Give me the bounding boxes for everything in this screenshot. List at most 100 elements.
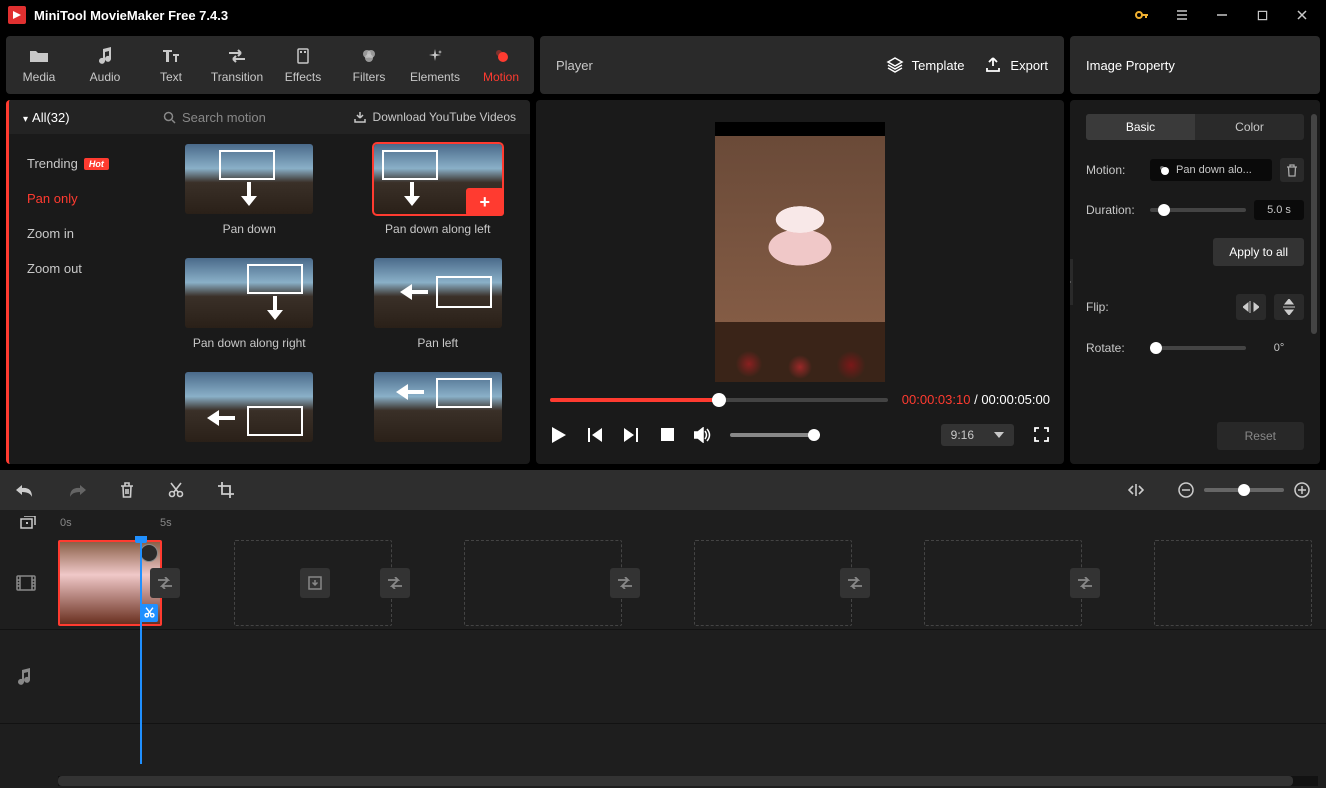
tab-color[interactable]: Color (1195, 114, 1304, 140)
current-time: 00:00:03:10 (902, 392, 971, 407)
text-tab[interactable]: Text (138, 36, 204, 94)
empty-slot[interactable] (234, 540, 392, 626)
motion-value[interactable]: Pan down alo... (1150, 159, 1272, 181)
property-header: Image Property (1070, 36, 1320, 94)
all-category[interactable]: ▾All(32) (9, 110, 153, 125)
zoom-out-button[interactable] (1178, 482, 1194, 498)
fullscreen-button[interactable] (1032, 426, 1050, 444)
tool-label: Transition (211, 70, 263, 84)
seek-handle[interactable] (712, 393, 726, 407)
clip-split-badge[interactable] (140, 604, 158, 622)
menu-icon[interactable] (1162, 0, 1202, 30)
sparkle-icon (425, 46, 445, 66)
motion-tab[interactable]: Motion (468, 36, 534, 94)
download-icon (353, 111, 367, 123)
duration-slider[interactable] (1150, 208, 1246, 212)
transition-slot[interactable] (610, 568, 640, 598)
delete-motion-button[interactable] (1280, 158, 1304, 182)
redo-button[interactable] (68, 483, 86, 497)
volume-slider[interactable] (730, 433, 820, 437)
empty-slot[interactable] (464, 540, 622, 626)
motion-browser: ▾All(32) Search motion Download YouTube … (6, 100, 530, 464)
upgrade-key-icon[interactable] (1122, 0, 1162, 30)
media-tab[interactable]: Media (6, 36, 72, 94)
close-button[interactable] (1282, 0, 1322, 30)
effects-icon (293, 46, 313, 66)
undo-button[interactable] (16, 483, 34, 497)
empty-slot[interactable] (924, 540, 1082, 626)
stop-button[interactable] (658, 426, 676, 444)
filters-icon (359, 46, 379, 66)
elements-tab[interactable]: Elements (402, 36, 468, 94)
filters-tab[interactable]: Filters (336, 36, 402, 94)
motion-item[interactable] (175, 372, 324, 454)
crop-button[interactable] (218, 482, 234, 498)
text-icon (161, 46, 181, 66)
property-scrollbar[interactable] (1311, 114, 1317, 334)
player-header: Player Template Export (540, 36, 1064, 94)
zoom-in-button[interactable] (1294, 482, 1310, 498)
play-button[interactable] (550, 426, 568, 444)
app-title: MiniTool MovieMaker Free 7.4.3 (34, 8, 228, 23)
tab-basic[interactable]: Basic (1086, 114, 1195, 140)
volume-handle[interactable] (808, 429, 820, 441)
effects-tab[interactable]: Effects (270, 36, 336, 94)
motion-item[interactable]: + Pan down along left (364, 144, 513, 240)
apply-to-all-button[interactable]: Apply to all (1213, 238, 1304, 266)
empty-slot[interactable] (694, 540, 852, 626)
video-track-icon (16, 575, 52, 591)
sidebar-item-zoom-in[interactable]: Zoom in (9, 216, 157, 251)
flip-vertical-button[interactable] (1274, 294, 1304, 320)
duration-value[interactable]: 5.0 s (1254, 200, 1304, 220)
rotate-slider[interactable] (1150, 346, 1246, 350)
slider-handle[interactable] (1150, 342, 1162, 354)
transition-slot[interactable] (150, 568, 180, 598)
transition-slot[interactable] (1070, 568, 1100, 598)
maximize-button[interactable] (1242, 0, 1282, 30)
motion-item[interactable]: Pan down along right (175, 258, 324, 354)
template-label: Template (912, 58, 965, 73)
reset-button[interactable]: Reset (1217, 422, 1304, 450)
delete-button[interactable] (120, 482, 134, 498)
prev-button[interactable] (586, 426, 604, 444)
template-button[interactable]: Template (886, 56, 965, 74)
timeline-clip[interactable] (58, 540, 162, 626)
download-youtube-button[interactable]: Download YouTube Videos (339, 110, 530, 124)
flip-horizontal-button[interactable] (1236, 294, 1266, 320)
motion-item[interactable] (364, 372, 513, 454)
zoom-slider[interactable] (1204, 488, 1284, 492)
total-time: 00:00:05:00 (981, 392, 1050, 407)
fit-zoom-button[interactable] (1128, 483, 1144, 497)
transition-tab[interactable]: Transition (204, 36, 270, 94)
layers-icon (886, 56, 904, 74)
transition-slot[interactable] (380, 568, 410, 598)
motion-item[interactable]: Pan down (175, 144, 324, 240)
minimize-button[interactable] (1202, 0, 1242, 30)
preview-canvas (715, 122, 885, 382)
next-button[interactable] (622, 426, 640, 444)
add-motion-button[interactable]: + (466, 188, 504, 216)
zoom-handle[interactable] (1238, 484, 1250, 496)
export-button[interactable]: Export (984, 56, 1048, 74)
aspect-ratio-select[interactable]: 9:16 (941, 424, 1014, 446)
empty-slot[interactable] (1154, 540, 1312, 626)
tool-label: Effects (285, 70, 321, 84)
timeline-scrollbar[interactable] (58, 776, 1318, 786)
add-track-button[interactable] (20, 516, 40, 530)
timeline-ruler[interactable]: 0s 5s (0, 510, 1326, 536)
import-slot-icon[interactable] (300, 568, 330, 598)
split-button[interactable] (168, 482, 184, 498)
sidebar-item-zoom-out[interactable]: Zoom out (9, 251, 157, 286)
transition-slot[interactable] (840, 568, 870, 598)
motion-item[interactable]: Pan left (364, 258, 513, 354)
motion-icon (1158, 164, 1170, 176)
volume-button[interactable] (694, 426, 712, 444)
search-input[interactable]: Search motion (153, 110, 339, 125)
audio-tab[interactable]: Audio (72, 36, 138, 94)
sidebar-item-pan-only[interactable]: Pan only (9, 181, 157, 216)
timeline-seek[interactable] (550, 398, 888, 402)
sidebar-item-trending[interactable]: Trending Hot (9, 146, 157, 181)
playhead[interactable] (140, 536, 142, 764)
collapse-panel-button[interactable] (1070, 259, 1073, 305)
slider-handle[interactable] (1158, 204, 1170, 216)
